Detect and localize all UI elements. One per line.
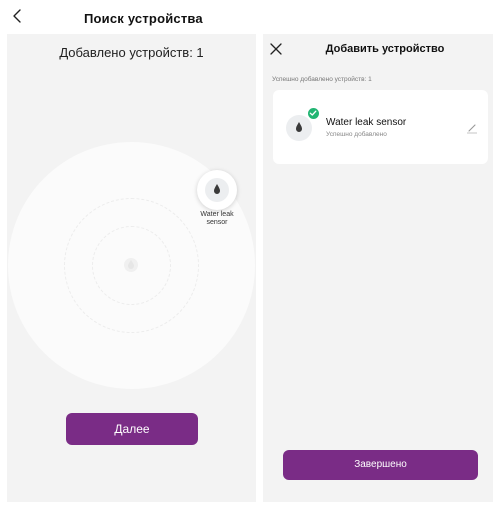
edit-pencil-icon[interactable]	[466, 122, 478, 134]
found-device-bubble[interactable]	[197, 170, 237, 210]
water-drop-icon	[296, 122, 302, 132]
next-button[interactable]: Далее	[66, 413, 198, 445]
left-top-bar: Поиск устройства	[0, 0, 260, 32]
page-title: Поиск устройства	[84, 11, 203, 26]
added-device-card[interactable]: Water leak sensor Успешно добавлено	[273, 90, 488, 164]
add-device-panel: Добавить устройство Успешно добавлено ус…	[263, 34, 493, 502]
radar-center-icon	[124, 258, 138, 272]
add-device-header: Добавить устройство	[263, 34, 493, 64]
added-count-text: Добавлено устройств: 1	[59, 45, 204, 60]
success-count-text: Успешно добавлено устройств: 1	[272, 76, 372, 83]
close-icon[interactable]	[269, 42, 283, 56]
device-name: Water leak sensor	[326, 117, 407, 128]
found-device-label: Water leak sensor	[200, 211, 234, 226]
app-root: Поиск устройства Добавлено устройств: 1 …	[0, 0, 493, 506]
device-search-panel: Добавлено устройств: 1 Water leak sensor…	[7, 34, 256, 502]
device-status: Успешно добавлено	[326, 131, 387, 138]
success-badge	[307, 107, 320, 120]
check-icon	[309, 110, 317, 116]
back-icon[interactable]	[10, 7, 26, 25]
device-avatar	[286, 115, 312, 141]
add-device-title: Добавить устройство	[325, 43, 445, 55]
water-drop-icon	[214, 184, 220, 194]
device-icon-bg	[205, 178, 229, 202]
finish-button[interactable]: Завершено	[283, 450, 478, 480]
